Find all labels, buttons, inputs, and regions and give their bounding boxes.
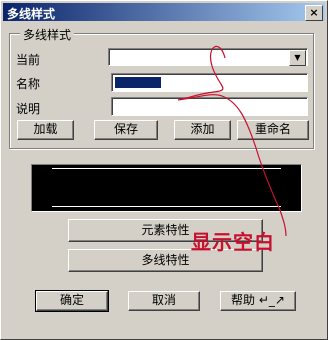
red-scribble-annotation [177, 45, 287, 237]
scribble-path [177, 45, 287, 237]
